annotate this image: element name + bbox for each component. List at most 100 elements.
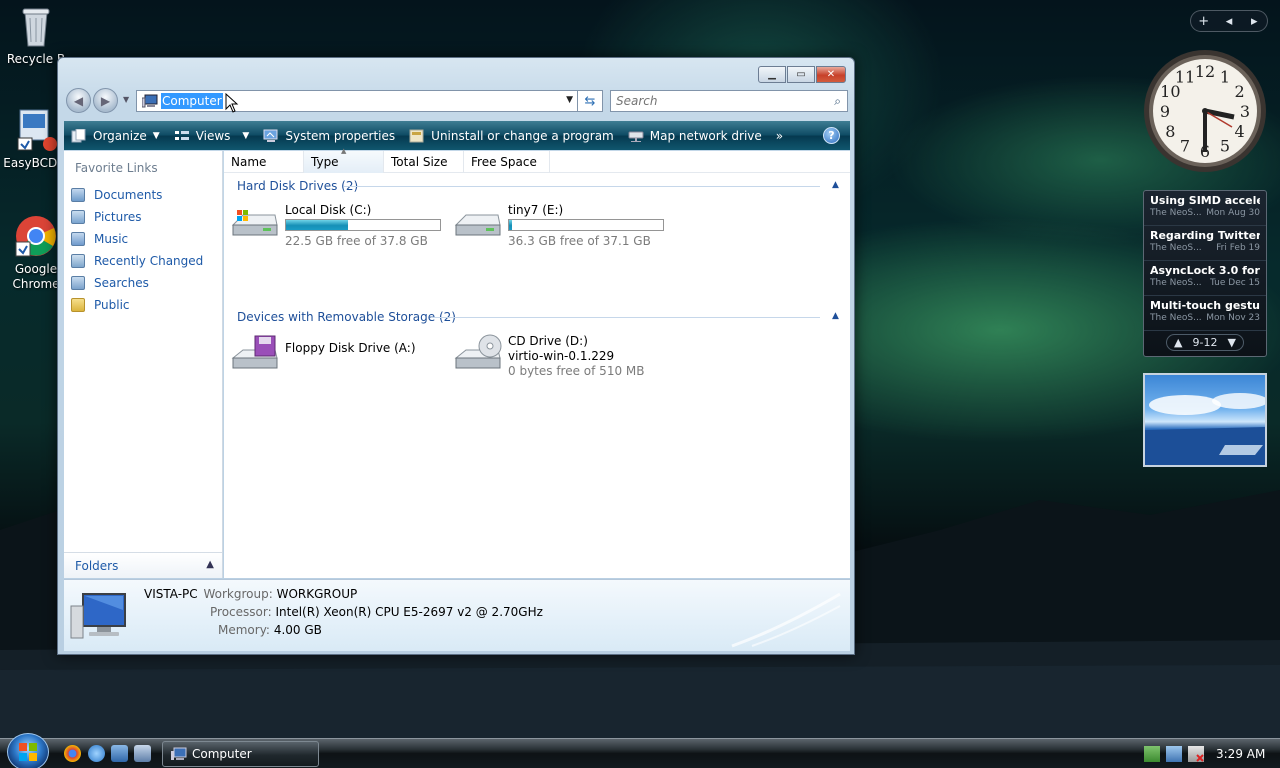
previous-page-button[interactable]: ◂	[1216, 14, 1241, 29]
forward-arrow-icon: ▶	[100, 93, 111, 108]
memory-label: Memory:	[218, 623, 270, 637]
network-connection-icon[interactable]	[1166, 746, 1182, 762]
feed-item[interactable]: Multi-touch gestures... The NeoS... Mon N…	[1144, 296, 1266, 331]
search-input[interactable]	[611, 94, 821, 108]
network-status-icon[interactable]	[1144, 746, 1160, 762]
views-button[interactable]: Views ▼	[167, 121, 257, 150]
search-icon[interactable]: ⌕	[834, 94, 841, 109]
slideshow-image	[1145, 393, 1265, 465]
music-icon	[71, 232, 85, 246]
feed-item[interactable]: Using SIMD accelera... The NeoS... Mon Au…	[1144, 191, 1266, 226]
feed-item-title: Multi-touch gestures...	[1150, 299, 1260, 312]
favorite-link-documents[interactable]: Documents	[71, 184, 203, 206]
drive-free-space: 0 bytes free of 510 MB	[508, 364, 645, 378]
organize-button[interactable]: Organize ▼	[64, 121, 167, 150]
public-folder-icon	[71, 298, 85, 312]
clock-number: 5	[1220, 137, 1230, 156]
start-button[interactable]	[7, 733, 49, 768]
drive-tiny7-e[interactable]: tiny7 (E:) 36.3 GB free of 37.1 GB	[454, 203, 664, 249]
help-icon[interactable]: ?	[823, 127, 840, 144]
feed-item-source: The NeoS...	[1150, 243, 1202, 253]
drive-name: Floppy Disk Drive (A:)	[285, 341, 416, 355]
drive-name: Local Disk (C:)	[285, 203, 372, 217]
feed-item[interactable]: AsyncLock 3.0 for .N... The NeoS... Tue D…	[1144, 261, 1266, 296]
maximize-icon: ▭	[796, 69, 806, 80]
volume-muted-icon[interactable]	[1188, 746, 1204, 762]
collapse-group-icon[interactable]: ▲	[832, 180, 839, 190]
mouse-cursor-icon	[225, 93, 238, 113]
drive-usage-fill	[286, 220, 349, 230]
feed-item[interactable]: Regarding Twitter's ... The NeoS... Fri F…	[1144, 226, 1266, 261]
quick-launch-chrome-icon[interactable]	[64, 745, 81, 762]
file-list-pane: Name Type Total Size Free Space ▲ Hard D…	[224, 147, 850, 578]
group-header-hard-disks[interactable]: Hard Disk Drives (2)	[237, 179, 358, 193]
feed-item-date: Tue Dec 15	[1210, 278, 1260, 288]
drive-local-disk-c[interactable]: Local Disk (C:) 22.5 GB free of 37.8 GB	[231, 203, 441, 249]
address-bar[interactable]: Computer ▼	[136, 90, 578, 113]
group-header-removable-storage[interactable]: Devices with Removable Storage (2)	[237, 310, 456, 324]
back-button[interactable]: ◀	[66, 88, 91, 113]
add-gadget-button[interactable]: +	[1191, 14, 1216, 29]
group-header-label: Devices with Removable Storage (2)	[237, 310, 456, 324]
column-header-free-space[interactable]: Free Space	[464, 151, 550, 173]
map-network-drive-button[interactable]: Map network drive	[621, 121, 769, 150]
more-commands-button[interactable]: »	[769, 121, 790, 150]
slideshow-gadget[interactable]	[1143, 373, 1267, 467]
computer-name: VISTA-PC	[144, 587, 198, 601]
taskbar-clock[interactable]: 3:29 AM	[1216, 747, 1265, 761]
chevron-down-icon: ▼	[242, 130, 250, 141]
column-header-name[interactable]: Name	[224, 151, 304, 173]
next-page-button[interactable]: ▸	[1242, 14, 1267, 29]
hard-drive-windows-icon	[231, 203, 279, 243]
searches-icon	[71, 276, 85, 290]
computer-icon	[141, 94, 158, 108]
address-breadcrumb[interactable]: Computer	[161, 93, 223, 109]
minimize-button[interactable]: ▁	[758, 66, 786, 83]
column-header-total-size[interactable]: Total Size	[384, 151, 464, 173]
feed-item-title: Using SIMD accelera...	[1150, 194, 1260, 207]
organize-label: Organize	[93, 128, 147, 143]
quick-launch-show-desktop-icon[interactable]	[111, 745, 128, 762]
folders-toggle[interactable]: Folders ▲	[64, 552, 222, 578]
favorite-link-recently-changed[interactable]: Recently Changed	[71, 250, 203, 272]
clock-number: 4	[1235, 122, 1245, 141]
close-button[interactable]: ✕	[816, 66, 846, 83]
quick-launch-switch-windows-icon[interactable]	[134, 745, 151, 762]
drive-name: tiny7 (E:)	[508, 203, 564, 217]
clock-number: 9	[1160, 102, 1170, 121]
search-box[interactable]: ⌕	[610, 90, 848, 112]
collapse-group-icon[interactable]: ▲	[832, 311, 839, 321]
clock-gadget[interactable]: 121234567891011	[1142, 48, 1268, 174]
refresh-button[interactable]: ⇆	[578, 90, 603, 112]
feed-next-icon[interactable]: ▼	[1228, 336, 1236, 349]
system-properties-button[interactable]: System properties	[256, 121, 402, 150]
details-pane: VISTA-PC Workgroup: WORKGROUP Processor:…	[64, 579, 850, 651]
favorite-link-music[interactable]: Music	[71, 228, 203, 250]
pictures-icon	[71, 210, 85, 224]
forward-button[interactable]: ▶	[93, 88, 118, 113]
taskbar-button-computer[interactable]: Computer	[162, 741, 319, 767]
favorite-links-header: Favorite Links	[75, 161, 158, 175]
maximize-button[interactable]: ▭	[787, 66, 815, 83]
drive-usage-bar	[285, 219, 441, 231]
recent-pages-dropdown[interactable]: ▼	[123, 95, 129, 104]
quick-launch-internet-explorer-icon[interactable]	[88, 745, 105, 762]
map-network-drive-label: Map network drive	[649, 128, 762, 143]
drive-floppy-a[interactable]: Floppy Disk Drive (A:)	[231, 334, 416, 374]
feed-item-source: The NeoS...	[1150, 278, 1202, 288]
favorite-link-public[interactable]: Public	[71, 294, 203, 316]
folders-label: Folders	[75, 558, 119, 573]
explorer-window[interactable]: ▁ ▭ ✕ ◀ ▶ ▼ Computer ▼ ⇆ ⌕ Organize ▼ V	[57, 57, 855, 655]
feed-previous-icon[interactable]: ▲	[1174, 336, 1182, 349]
address-dropdown-icon[interactable]: ▼	[566, 95, 573, 105]
favorite-link-pictures[interactable]: Pictures	[71, 206, 203, 228]
clock-number: 8	[1165, 122, 1175, 141]
feed-headlines-gadget: Using SIMD accelera... The NeoS... Mon Au…	[1143, 190, 1267, 357]
computer-name-row: VISTA-PC Workgroup: WORKGROUP	[144, 587, 357, 601]
uninstall-program-button[interactable]: Uninstall or change a program	[402, 121, 621, 150]
group-divider	[431, 317, 820, 318]
address-text: Computer	[161, 93, 223, 109]
drive-cd-d[interactable]: CD Drive (D:) virtio-win-0.1.229 0 bytes…	[454, 334, 644, 379]
favorite-link-searches[interactable]: Searches	[71, 272, 203, 294]
system-properties-icon	[263, 129, 279, 143]
